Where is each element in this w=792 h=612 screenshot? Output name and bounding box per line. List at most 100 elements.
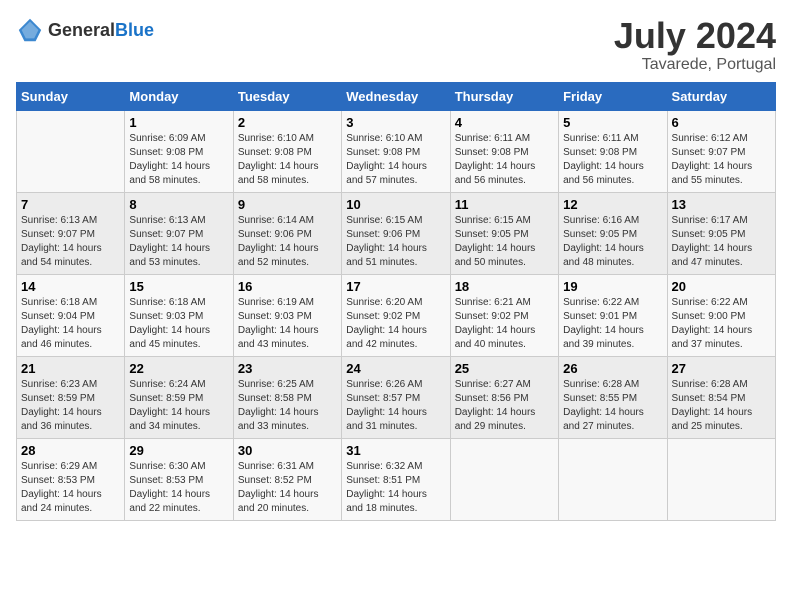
calendar-cell: 2 Sunrise: 6:10 AMSunset: 9:08 PMDayligh… — [233, 110, 341, 192]
day-number: 30 — [238, 443, 337, 458]
day-info: Sunrise: 6:11 AMSunset: 9:08 PMDaylight:… — [563, 132, 662, 188]
calendar-cell: 22 Sunrise: 6:24 AMSunset: 8:59 PMDaylig… — [125, 356, 233, 438]
day-number: 23 — [238, 361, 337, 376]
day-number: 7 — [21, 197, 120, 212]
calendar-cell: 27 Sunrise: 6:28 AMSunset: 8:54 PMDaylig… — [667, 356, 775, 438]
day-number: 22 — [129, 361, 228, 376]
col-sunday: Sunday — [17, 82, 125, 110]
calendar-cell: 24 Sunrise: 6:26 AMSunset: 8:57 PMDaylig… — [342, 356, 450, 438]
calendar-cell: 8 Sunrise: 6:13 AMSunset: 9:07 PMDayligh… — [125, 192, 233, 274]
day-info: Sunrise: 6:16 AMSunset: 9:05 PMDaylight:… — [563, 214, 662, 270]
calendar-cell — [17, 110, 125, 192]
day-number: 6 — [672, 115, 771, 130]
day-info: Sunrise: 6:29 AMSunset: 8:53 PMDaylight:… — [21, 460, 120, 516]
day-info: Sunrise: 6:15 AMSunset: 9:05 PMDaylight:… — [455, 214, 554, 270]
day-number: 1 — [129, 115, 228, 130]
calendar-cell: 23 Sunrise: 6:25 AMSunset: 8:58 PMDaylig… — [233, 356, 341, 438]
day-info: Sunrise: 6:13 AMSunset: 9:07 PMDaylight:… — [129, 214, 228, 270]
calendar-cell: 15 Sunrise: 6:18 AMSunset: 9:03 PMDaylig… — [125, 274, 233, 356]
day-info: Sunrise: 6:19 AMSunset: 9:03 PMDaylight:… — [238, 296, 337, 352]
day-info: Sunrise: 6:32 AMSunset: 8:51 PMDaylight:… — [346, 460, 445, 516]
day-info: Sunrise: 6:15 AMSunset: 9:06 PMDaylight:… — [346, 214, 445, 270]
calendar-week-row: 1 Sunrise: 6:09 AMSunset: 9:08 PMDayligh… — [17, 110, 776, 192]
calendar-cell: 18 Sunrise: 6:21 AMSunset: 9:02 PMDaylig… — [450, 274, 558, 356]
day-info: Sunrise: 6:24 AMSunset: 8:59 PMDaylight:… — [129, 378, 228, 434]
day-number: 28 — [21, 443, 120, 458]
header-row: Sunday Monday Tuesday Wednesday Thursday… — [17, 82, 776, 110]
calendar-cell: 13 Sunrise: 6:17 AMSunset: 9:05 PMDaylig… — [667, 192, 775, 274]
day-number: 26 — [563, 361, 662, 376]
calendar-cell: 5 Sunrise: 6:11 AMSunset: 9:08 PMDayligh… — [559, 110, 667, 192]
day-info: Sunrise: 6:23 AMSunset: 8:59 PMDaylight:… — [21, 378, 120, 434]
day-number: 5 — [563, 115, 662, 130]
day-number: 10 — [346, 197, 445, 212]
day-info: Sunrise: 6:11 AMSunset: 9:08 PMDaylight:… — [455, 132, 554, 188]
day-info: Sunrise: 6:25 AMSunset: 8:58 PMDaylight:… — [238, 378, 337, 434]
calendar-cell: 25 Sunrise: 6:27 AMSunset: 8:56 PMDaylig… — [450, 356, 558, 438]
calendar-week-row: 7 Sunrise: 6:13 AMSunset: 9:07 PMDayligh… — [17, 192, 776, 274]
calendar-cell — [667, 438, 775, 520]
day-info: Sunrise: 6:13 AMSunset: 9:07 PMDaylight:… — [21, 214, 120, 270]
day-info: Sunrise: 6:12 AMSunset: 9:07 PMDaylight:… — [672, 132, 771, 188]
calendar-cell: 29 Sunrise: 6:30 AMSunset: 8:53 PMDaylig… — [125, 438, 233, 520]
day-number: 4 — [455, 115, 554, 130]
day-number: 17 — [346, 279, 445, 294]
day-number: 14 — [21, 279, 120, 294]
day-number: 8 — [129, 197, 228, 212]
logo-icon — [16, 16, 44, 44]
day-number: 31 — [346, 443, 445, 458]
day-info: Sunrise: 6:10 AMSunset: 9:08 PMDaylight:… — [346, 132, 445, 188]
day-number: 25 — [455, 361, 554, 376]
calendar-week-row: 28 Sunrise: 6:29 AMSunset: 8:53 PMDaylig… — [17, 438, 776, 520]
calendar-cell: 26 Sunrise: 6:28 AMSunset: 8:55 PMDaylig… — [559, 356, 667, 438]
day-info: Sunrise: 6:18 AMSunset: 9:04 PMDaylight:… — [21, 296, 120, 352]
day-number: 16 — [238, 279, 337, 294]
calendar-cell — [450, 438, 558, 520]
page-header: GeneralBlue July 2024 Tavarede, Portugal — [16, 16, 776, 74]
day-info: Sunrise: 6:17 AMSunset: 9:05 PMDaylight:… — [672, 214, 771, 270]
day-info: Sunrise: 6:14 AMSunset: 9:06 PMDaylight:… — [238, 214, 337, 270]
day-info: Sunrise: 6:21 AMSunset: 9:02 PMDaylight:… — [455, 296, 554, 352]
calendar-week-row: 14 Sunrise: 6:18 AMSunset: 9:04 PMDaylig… — [17, 274, 776, 356]
day-info: Sunrise: 6:31 AMSunset: 8:52 PMDaylight:… — [238, 460, 337, 516]
day-info: Sunrise: 6:28 AMSunset: 8:54 PMDaylight:… — [672, 378, 771, 434]
calendar-cell: 12 Sunrise: 6:16 AMSunset: 9:05 PMDaylig… — [559, 192, 667, 274]
calendar-cell — [559, 438, 667, 520]
calendar-cell: 20 Sunrise: 6:22 AMSunset: 9:00 PMDaylig… — [667, 274, 775, 356]
day-number: 15 — [129, 279, 228, 294]
logo-text: GeneralBlue — [48, 20, 154, 41]
calendar-week-row: 21 Sunrise: 6:23 AMSunset: 8:59 PMDaylig… — [17, 356, 776, 438]
calendar-cell: 1 Sunrise: 6:09 AMSunset: 9:08 PMDayligh… — [125, 110, 233, 192]
calendar-cell: 4 Sunrise: 6:11 AMSunset: 9:08 PMDayligh… — [450, 110, 558, 192]
calendar-cell: 14 Sunrise: 6:18 AMSunset: 9:04 PMDaylig… — [17, 274, 125, 356]
col-tuesday: Tuesday — [233, 82, 341, 110]
col-thursday: Thursday — [450, 82, 558, 110]
calendar-table: Sunday Monday Tuesday Wednesday Thursday… — [16, 82, 776, 521]
calendar-cell: 16 Sunrise: 6:19 AMSunset: 9:03 PMDaylig… — [233, 274, 341, 356]
day-number: 29 — [129, 443, 228, 458]
day-number: 21 — [21, 361, 120, 376]
calendar-cell: 28 Sunrise: 6:29 AMSunset: 8:53 PMDaylig… — [17, 438, 125, 520]
day-number: 3 — [346, 115, 445, 130]
day-info: Sunrise: 6:26 AMSunset: 8:57 PMDaylight:… — [346, 378, 445, 434]
calendar-cell: 10 Sunrise: 6:15 AMSunset: 9:06 PMDaylig… — [342, 192, 450, 274]
day-info: Sunrise: 6:28 AMSunset: 8:55 PMDaylight:… — [563, 378, 662, 434]
day-number: 20 — [672, 279, 771, 294]
logo: GeneralBlue — [16, 16, 154, 44]
calendar-cell: 3 Sunrise: 6:10 AMSunset: 9:08 PMDayligh… — [342, 110, 450, 192]
calendar-cell: 11 Sunrise: 6:15 AMSunset: 9:05 PMDaylig… — [450, 192, 558, 274]
col-friday: Friday — [559, 82, 667, 110]
calendar-cell: 21 Sunrise: 6:23 AMSunset: 8:59 PMDaylig… — [17, 356, 125, 438]
day-number: 2 — [238, 115, 337, 130]
calendar-cell: 19 Sunrise: 6:22 AMSunset: 9:01 PMDaylig… — [559, 274, 667, 356]
day-info: Sunrise: 6:18 AMSunset: 9:03 PMDaylight:… — [129, 296, 228, 352]
day-number: 12 — [563, 197, 662, 212]
calendar-cell: 31 Sunrise: 6:32 AMSunset: 8:51 PMDaylig… — [342, 438, 450, 520]
day-number: 13 — [672, 197, 771, 212]
day-number: 27 — [672, 361, 771, 376]
main-title: July 2024 — [614, 16, 776, 56]
day-info: Sunrise: 6:30 AMSunset: 8:53 PMDaylight:… — [129, 460, 228, 516]
day-number: 19 — [563, 279, 662, 294]
day-info: Sunrise: 6:09 AMSunset: 9:08 PMDaylight:… — [129, 132, 228, 188]
day-number: 9 — [238, 197, 337, 212]
